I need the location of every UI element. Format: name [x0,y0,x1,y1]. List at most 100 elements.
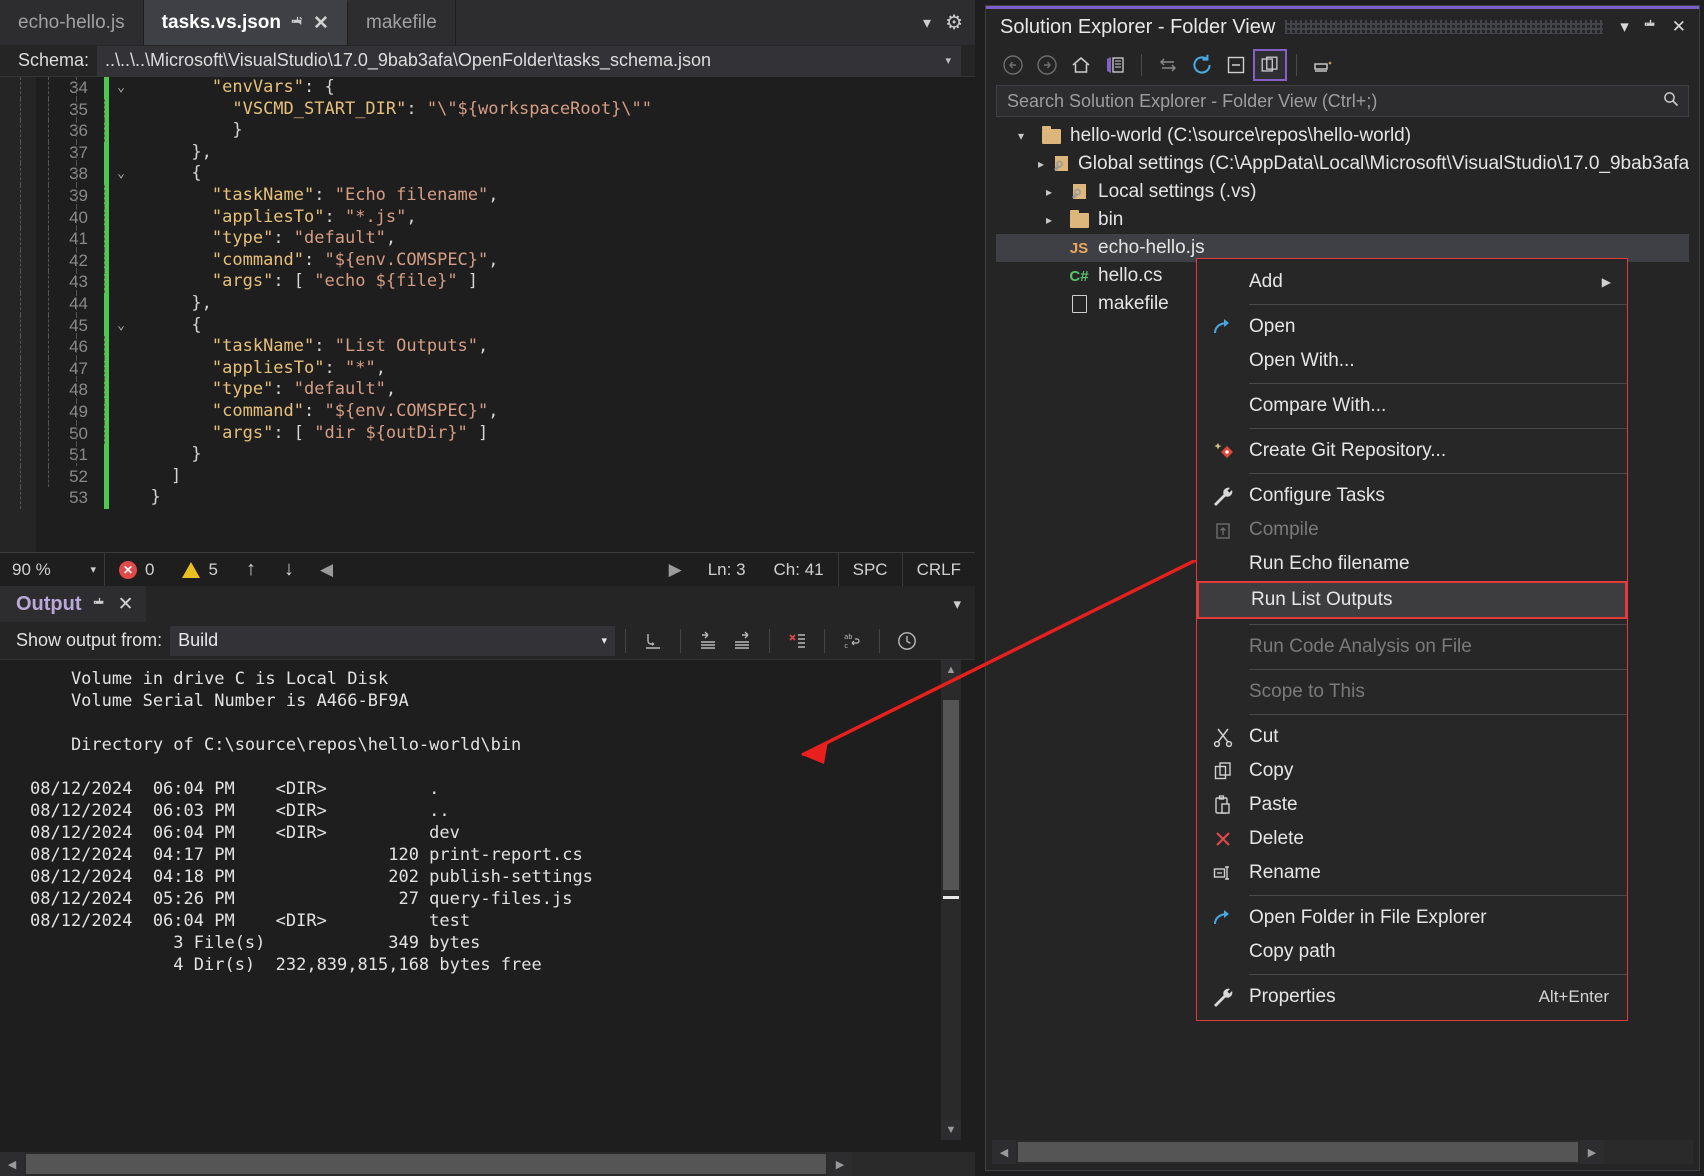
pin-icon[interactable] [92,595,108,613]
tab-echo-hello-js[interactable]: echo-hello.js [0,0,144,45]
previous-issue-button[interactable]: ↑ [232,558,270,581]
code-line[interactable]: 50 "args": [ "dir ${outDir}" ] [0,423,975,445]
tree-item-bin[interactable]: ▸bin [996,206,1689,234]
scroll-left-icon[interactable]: ◀ [992,1140,1016,1164]
menu-item-open[interactable]: Open [1197,310,1627,344]
properties-icon[interactable] [1306,49,1340,81]
code-line[interactable]: 52 ] [0,466,975,488]
code-line[interactable]: 42 "command": "${env.COMSPEC}", [0,250,975,272]
pin-icon[interactable] [1636,17,1665,37]
chevron-down-icon[interactable]: ▾ [953,595,975,613]
menu-item-delete[interactable]: Delete [1197,822,1627,856]
tree-item-global[interactable]: ▸Global settings (C:\AppData\Local\Micro… [996,150,1689,178]
show-all-files-icon[interactable] [1253,49,1287,81]
go-to-next-icon[interactable] [725,626,759,656]
show-timestamps-icon[interactable] [890,626,924,656]
code-line[interactable]: 48 "type": "default", [0,379,975,401]
tree-item-local[interactable]: ▸Local settings (.vs) [996,178,1689,206]
code-line[interactable]: 46 "taskName": "List Outputs", [0,336,975,358]
menu-item-create-git-repository[interactable]: Create Git Repository... [1197,434,1627,468]
forward-icon[interactable] [1030,49,1064,81]
go-to-previous-icon[interactable] [691,626,725,656]
menu-item-copy-path[interactable]: Copy path [1197,935,1627,969]
zoom-level-combobox[interactable]: 90 % ▾ [0,553,105,587]
code-line[interactable]: 36 } [0,120,975,142]
menu-item-open-folder-in-file-explorer[interactable]: Open Folder in File Explorer [1197,901,1627,935]
output-console-text[interactable]: Volume in drive C is Local Disk Volume S… [0,660,975,1140]
code-line[interactable]: 45⌄ { [0,315,975,337]
scroll-down-icon[interactable]: ▼ [941,1120,961,1140]
tab-tasks-vs-json[interactable]: tasks.vs.json ✕ [144,0,348,45]
menu-item-copy[interactable]: Copy [1197,754,1627,788]
search-icon[interactable] [1662,90,1680,113]
menu-item-paste[interactable]: Paste [1197,788,1627,822]
scroll-right-icon[interactable]: ▶ [828,1152,852,1176]
indentation-indicator[interactable]: SPC [838,553,902,587]
scroll-left-icon[interactable]: ◀ [320,560,333,580]
chevron-down-icon[interactable]: ▾ [945,54,951,67]
solution-explorer-horizontal-scrollbar[interactable]: ◀ ▶ [992,1140,1693,1164]
menu-item-compare-with[interactable]: Compare With... [1197,389,1627,423]
menu-item-rename[interactable]: Rename [1197,856,1627,890]
fold-toggle-icon[interactable]: ⌄ [112,163,130,185]
code-line[interactable]: 37 }, [0,142,975,164]
output-vertical-scrollbar[interactable]: ▲ ▼ [941,660,961,1140]
drag-grip[interactable] [1285,20,1603,34]
code-line[interactable]: 53 } [0,487,975,509]
code-line[interactable]: 39 "taskName": "Echo filename", [0,185,975,207]
chevron-down-icon[interactable]: ▾ [1613,17,1636,37]
code-line[interactable]: 34⌄ "envVars": { [0,77,975,99]
chevron-down-icon[interactable]: ▾ [923,13,931,33]
output-horizontal-scrollbar[interactable]: ◀ ▶ [0,1152,975,1176]
code-line[interactable]: 35 "VSCMD_START_DIR": "\"${workspaceRoot… [0,99,975,121]
menu-item-add[interactable]: Add▶ [1197,265,1627,299]
refresh-icon[interactable] [1185,49,1219,81]
menu-item-run-list-outputs[interactable]: Run List Outputs [1197,581,1627,619]
tab-output[interactable]: Output ✕ [0,586,146,622]
chevron-down-icon[interactable]: ▾ [1010,129,1032,143]
scroll-left-icon[interactable]: ◀ [0,1152,24,1176]
code-line[interactable]: 38⌄ { [0,163,975,185]
gear-icon[interactable]: ⚙ [945,10,963,35]
file-context-menu[interactable]: Add▶ OpenOpen With... Compare With... Creat… [1196,258,1628,1021]
collapse-all-icon[interactable] [1219,49,1253,81]
home-icon[interactable] [1064,49,1098,81]
scrollbar-thumb[interactable] [1018,1142,1578,1162]
close-icon[interactable]: ✕ [1665,17,1693,37]
menu-item-properties[interactable]: PropertiesAlt+Enter [1197,980,1627,1014]
sync-with-active-document-icon[interactable] [1151,49,1185,81]
back-icon[interactable] [996,49,1030,81]
chevron-right-icon[interactable]: ▸ [1038,157,1044,171]
tree-item-hello-world[interactable]: ▾hello-world (C:\source\repos\hello-worl… [996,122,1689,150]
code-line[interactable]: 47 "appliesTo": "*", [0,358,975,380]
clear-all-icon[interactable] [780,626,814,656]
search-input[interactable]: Search Solution Explorer - Folder View (… [996,85,1689,117]
solution-view-icon[interactable] [1098,49,1132,81]
editor-horizontal-scrollbar[interactable]: ◀ ▶ [308,553,694,587]
scroll-right-icon[interactable]: ▶ [1580,1140,1604,1164]
menu-item-open-with[interactable]: Open With... [1197,344,1627,378]
error-count-indicator[interactable]: ✕ 0 [105,560,168,580]
scroll-up-icon[interactable]: ▲ [941,660,961,680]
scroll-right-icon[interactable]: ▶ [669,560,682,580]
code-line[interactable]: 40 "appliesTo": "*.js", [0,207,975,229]
next-issue-button[interactable]: ↓ [270,558,308,581]
code-line[interactable]: 41 "type": "default", [0,228,975,250]
scrollbar-thumb[interactable] [943,700,959,890]
schema-combobox[interactable]: ..\..\..\Microsoft\VisualStudio\17.0_9ba… [97,46,961,76]
line-ending-indicator[interactable]: CRLF [902,553,975,587]
output-source-combobox[interactable]: Build ▾ [170,626,615,656]
menu-item-configure-tasks[interactable]: Configure Tasks [1197,479,1627,513]
close-icon[interactable]: ✕ [118,595,134,614]
close-icon[interactable]: ✕ [313,14,329,33]
code-line[interactable]: 43 "args": [ "echo ${file}" ] [0,271,975,293]
menu-item-run-echo-filename[interactable]: Run Echo filename [1197,547,1627,581]
pin-icon[interactable] [289,14,305,32]
find-message-icon[interactable] [636,626,670,656]
code-line[interactable]: 49 "command": "${env.COMSPEC}", [0,401,975,423]
menu-item-cut[interactable]: Cut [1197,720,1627,754]
warning-count-indicator[interactable]: 5 [168,560,231,580]
scrollbar-thumb[interactable] [26,1154,826,1174]
chevron-right-icon[interactable]: ▸ [1038,185,1060,199]
toggle-word-wrap-icon[interactable]: abc [835,626,869,656]
